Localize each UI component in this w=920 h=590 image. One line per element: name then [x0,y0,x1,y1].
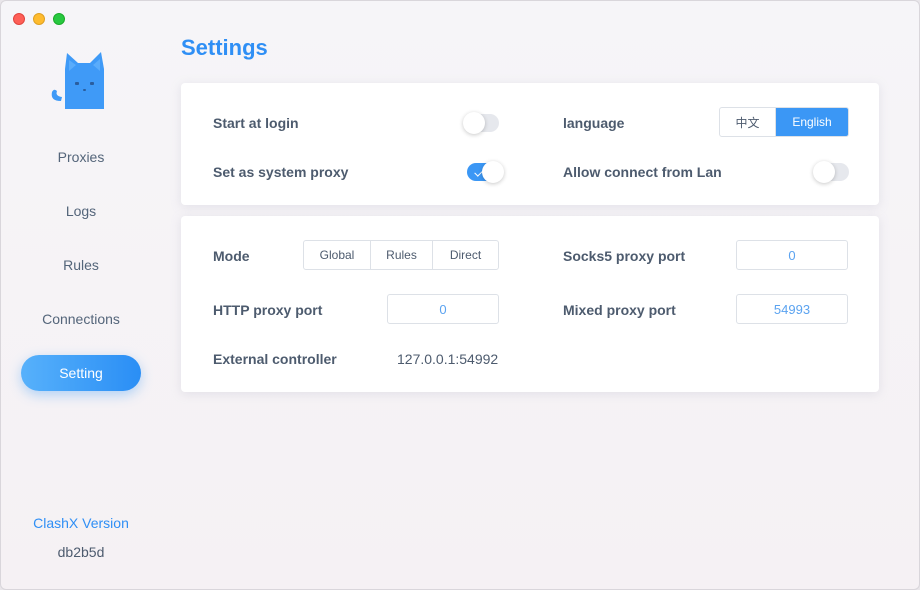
cat-logo-icon [51,52,104,109]
external-controller-label: External controller [213,351,337,367]
allow-lan-label: Allow connect from Lan [563,164,722,180]
sidebar-item-setting[interactable]: Setting [21,355,141,391]
toggle-knob [813,161,835,183]
mixed-port-input[interactable] [736,294,848,324]
language-option-english[interactable]: English [776,108,848,136]
mode-label: Mode [213,248,250,264]
system-proxy-toggle[interactable] [467,161,504,183]
language-label: language [563,115,625,131]
language-option-chinese[interactable]: 中文 [720,108,776,136]
version-value: db2b5d [57,544,105,560]
http-port-input[interactable] [387,294,499,324]
sidebar-item-proxies[interactable]: Proxies [21,139,141,175]
language-selector: 中文 English [719,107,849,137]
mode-option-direct[interactable]: Direct [433,241,498,269]
sidebar-item-rules[interactable]: Rules [21,247,141,283]
http-port-label: HTTP proxy port [213,302,323,318]
mode-option-global[interactable]: Global [304,241,371,269]
socks5-port-label: Socks5 proxy port [563,248,686,264]
external-controller-value: 127.0.0.1:54992 [397,351,499,367]
start-at-login-label: Start at login [213,115,299,131]
general-settings-card: Start at login Set as system proxy langu… [181,83,879,205]
page-title: Settings [181,35,268,60]
toggle-knob [482,161,504,183]
version-label: ClashX Version [33,515,129,531]
sidebar: Proxies Logs Rules Connections Setting C… [1,1,161,589]
mode-selector: Global Rules Direct [303,240,499,270]
sidebar-item-connections[interactable]: Connections [21,301,141,337]
start-at-login-toggle[interactable] [463,112,499,134]
app-window: Proxies Logs Rules Connections Setting C… [0,0,920,590]
mode-option-rules[interactable]: Rules [371,241,433,269]
proxy-settings-card: Mode Global Rules Direct HTTP proxy port… [181,216,879,392]
mixed-port-label: Mixed proxy port [563,302,676,318]
system-proxy-label: Set as system proxy [213,164,349,180]
toggle-knob [463,112,485,134]
sidebar-item-logs[interactable]: Logs [21,193,141,229]
allow-lan-toggle[interactable] [813,161,849,183]
socks5-port-input[interactable] [736,240,848,270]
